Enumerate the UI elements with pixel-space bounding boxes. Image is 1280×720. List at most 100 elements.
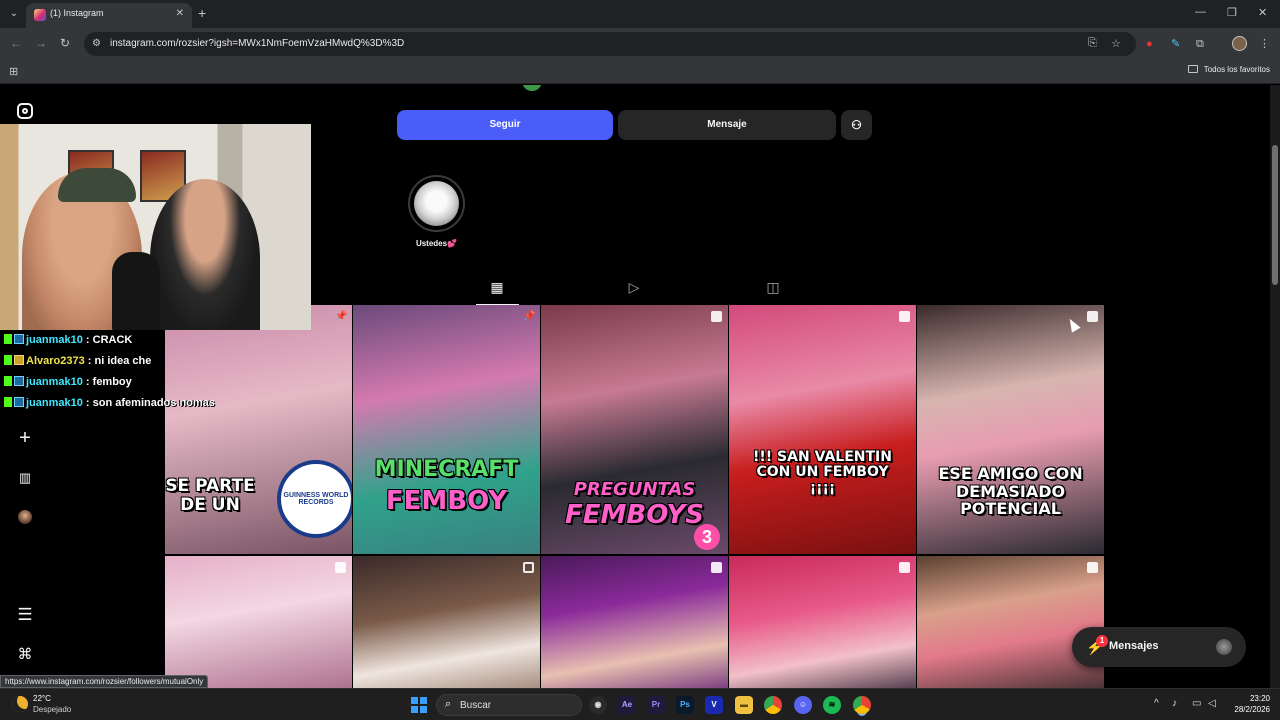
message-button[interactable]: Mensaje	[618, 110, 836, 140]
microphone-icon[interactable]: ♪	[1172, 698, 1177, 709]
reel-icon	[711, 311, 722, 322]
kick-badge-icon	[4, 334, 12, 344]
obs-icon[interactable]: ◉	[589, 696, 607, 714]
taskbar-search[interactable]: ⌕ Buscar	[436, 694, 582, 716]
chat-text: CRACK	[92, 334, 133, 346]
messages-button[interactable]: ⚡ 1 Mensajes	[1072, 627, 1246, 667]
reload-icon[interactable]: ↻	[60, 36, 70, 50]
guinness-logo: GUINNESS WORLD RECORDS	[277, 460, 352, 538]
person-add-icon[interactable]: ⚇	[841, 110, 872, 140]
discord-icon[interactable]: ☺	[794, 696, 812, 714]
chrome-active-icon[interactable]	[853, 696, 871, 714]
browser-tab[interactable]: (1) Instagram ✕	[26, 3, 192, 28]
post-tile[interactable]	[353, 556, 540, 688]
tab-close-icon[interactable]: ✕	[176, 8, 184, 19]
photoshop-icon[interactable]: Ps	[676, 696, 694, 714]
post-tile[interactable]: PREGUNTAS FEMBOYS 3	[541, 305, 728, 554]
post-tile[interactable]: 📌 MINECRAFT FEMBOY	[353, 305, 540, 554]
extension-red-icon[interactable]: ●	[1146, 37, 1153, 51]
extensions-puzzle-icon[interactable]: ⧉	[1196, 37, 1204, 51]
site-info-icon[interactable]: ⚙	[92, 38, 101, 49]
weather-temperature[interactable]: 22°C	[33, 694, 51, 703]
post-caption-line2: FEMBOY	[385, 486, 508, 516]
all-bookmarks-button[interactable]: Todos los favoritos	[1187, 65, 1270, 74]
chrome-icon[interactable]	[764, 696, 782, 714]
folder-icon	[1187, 65, 1198, 73]
story-highlight[interactable]	[408, 175, 465, 232]
profile-avatar-icon[interactable]	[15, 507, 35, 527]
extension-translate-icon[interactable]: ✎	[1171, 37, 1180, 51]
cap	[58, 168, 136, 202]
kick-badge-icon	[4, 355, 12, 365]
post-tile[interactable]	[541, 556, 728, 688]
posts-grid-icon[interactable]: ▦	[487, 279, 507, 299]
post-tile[interactable]: !!! SAN VALENTIN CON UN FEMBOY ¡¡¡¡	[729, 305, 916, 554]
chat-separator: :	[82, 397, 93, 409]
address-bar[interactable]: ⚙ instagram.com/rozsier?igsh=MWx1NmFoemV…	[84, 32, 1136, 56]
clock-time[interactable]: 23:20	[1240, 694, 1270, 703]
spotify-icon[interactable]: ≋	[823, 696, 841, 714]
create-plus-icon[interactable]: +	[15, 428, 35, 448]
reel-icon	[899, 562, 910, 573]
post-tile[interactable]	[165, 556, 352, 688]
pin-icon: 📌	[523, 311, 536, 322]
message-avatar	[1216, 639, 1232, 655]
post-tile[interactable]	[729, 556, 916, 688]
stream-chat: juanmak10 : CRACK Alvaro2373 : ni idea c…	[0, 334, 240, 418]
back-icon[interactable]: ←	[10, 36, 22, 50]
tray-overflow-icon[interactable]: ^	[1154, 698, 1159, 709]
also-from-meta-icon[interactable]: ⌘	[15, 645, 35, 665]
highlight-label: Ustedes💕	[415, 239, 458, 248]
bookmark-star-icon[interactable]: ☆	[1111, 37, 1121, 50]
install-app-icon[interactable]: ⎘	[1088, 37, 1097, 50]
after-effects-icon[interactable]: Ae	[618, 696, 636, 714]
browser-menu-icon[interactable]: ⋮	[1259, 37, 1270, 51]
vegas-icon[interactable]: V	[705, 696, 723, 714]
chat-message: juanmak10 : son afeminados nomas	[0, 397, 240, 418]
minimize-icon[interactable]: —	[1195, 6, 1206, 18]
volume-icon[interactable]: ◁	[1208, 698, 1216, 709]
more-menu-icon[interactable]: ☰	[15, 605, 35, 625]
apps-grid-icon[interactable]: ⊞	[9, 65, 18, 78]
browser-profile-avatar[interactable]	[1232, 36, 1247, 51]
clock-date[interactable]: 28/2/2026	[1226, 705, 1270, 714]
page-scrollbar[interactable]	[1270, 85, 1280, 688]
post-caption: SE PARTE DE UN	[165, 476, 255, 515]
reels-icon[interactable]: ▷	[624, 279, 644, 299]
search-icon: ⌕	[445, 698, 452, 710]
window-close-icon[interactable]: ✕	[1258, 6, 1267, 19]
premiere-icon[interactable]: Pr	[647, 696, 665, 714]
reel-icon	[1087, 562, 1098, 573]
windows-taskbar: 22°C Despejado ⌕ Buscar ◉ Ae Pr Ps V ▬ ☺…	[0, 688, 1280, 720]
network-icon[interactable]: ▭	[1192, 698, 1201, 709]
episode-badge: 3	[694, 524, 720, 550]
sub-badge-icon	[14, 376, 24, 386]
follower-avatar[interactable]	[522, 85, 542, 91]
restore-icon[interactable]: ❐	[1227, 6, 1237, 19]
chat-username: Alvaro2373	[26, 355, 85, 367]
tagged-icon[interactable]: ◫	[763, 279, 783, 299]
kick-badge-icon	[4, 397, 12, 407]
windows-start-icon[interactable]	[411, 697, 427, 713]
tab-search-chevron-icon[interactable]: ⌄	[6, 6, 22, 22]
dashboard-chart-icon[interactable]: ▥	[15, 468, 35, 488]
new-tab-button[interactable]: +	[198, 6, 206, 20]
url-text[interactable]: instagram.com/rozsier?igsh=MWx1NmFoemVza…	[110, 38, 404, 49]
sub-badge-icon	[14, 355, 24, 365]
file-explorer-icon[interactable]: ▬	[735, 696, 753, 714]
follow-button[interactable]: Seguir	[397, 110, 613, 140]
forward-icon[interactable]: →	[35, 36, 47, 50]
post-tile[interactable]	[917, 556, 1104, 688]
chat-separator: :	[82, 376, 93, 388]
chat-message: Alvaro2373 : ni idea che	[0, 355, 240, 376]
instagram-logo-icon[interactable]	[15, 101, 35, 121]
all-bookmarks-label: Todos los favoritos	[1203, 65, 1270, 74]
chat-message: juanmak10 : CRACK	[0, 334, 240, 355]
weather-moon-icon[interactable]	[12, 696, 28, 712]
post-caption: ESE AMIGO CON DEMASIADO POTENCIAL	[938, 464, 1083, 519]
scrollbar-thumb[interactable]	[1272, 145, 1278, 285]
instagram-favicon-icon	[34, 9, 46, 21]
posts-grid: 📌 SE PARTE DE UN GUINNESS WORLD RECORDS …	[165, 305, 1105, 688]
post-tile[interactable]: ESE AMIGO CON DEMASIADO POTENCIAL	[917, 305, 1104, 554]
weather-description[interactable]: Despejado	[33, 705, 71, 714]
